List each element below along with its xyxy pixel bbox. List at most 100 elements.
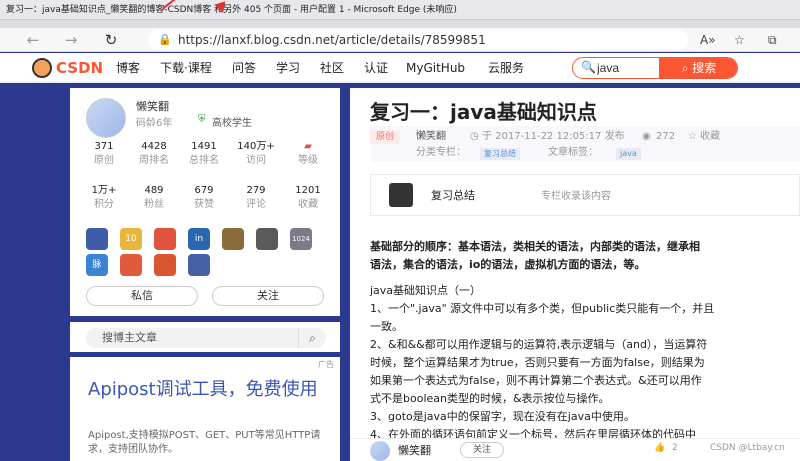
badge-icon[interactable]: 10 — [120, 228, 142, 250]
level-icon: ▰ — [304, 141, 312, 152]
stat-favorites[interactable]: 1201 收藏 — [282, 184, 334, 212]
eye-icon: ◉ — [642, 131, 651, 142]
badge-icon[interactable] — [188, 254, 210, 276]
nav-item-cloud[interactable]: 云服务 — [488, 53, 524, 83]
bottom-author-name[interactable]: 懒笑翻 — [398, 442, 431, 458]
search-icon[interactable]: ⌕ — [298, 328, 326, 348]
meta-author[interactable]: 懒笑翻 — [416, 130, 446, 144]
avatar[interactable] — [370, 441, 390, 461]
collections-icon[interactable]: ⧉ — [768, 30, 777, 50]
csdn-logo-text: CSDN — [56, 59, 104, 77]
reload-button[interactable]: ↻ — [98, 30, 124, 50]
message-button[interactable]: 私信 — [86, 286, 198, 306]
blogger-search-placeholder: 搜博主文章 — [102, 331, 157, 344]
address-bar[interactable]: 🔒 https://lanxf.blog.csdn.net/article/de… — [148, 30, 688, 50]
stat-visits[interactable]: 140万+ 访问 — [230, 140, 282, 168]
article-line: 1、一个".java" 源文件中可以有多个类，但public类只能有一个，并且 — [370, 302, 715, 315]
original-tag: 原创 — [370, 130, 400, 144]
badge-icon[interactable] — [120, 254, 142, 276]
author-name[interactable]: 懒笑翻 — [136, 98, 169, 114]
badge-icon[interactable] — [222, 228, 244, 250]
search-icon: ⌕ — [681, 61, 693, 75]
article-title: 复习一：java基础知识点 — [370, 100, 597, 124]
nav-item-learn[interactable]: 学习 — [276, 53, 300, 83]
column-thumbnail — [389, 183, 413, 207]
article-line: 语法，集合的语法，io的语法，虚拟机方面的语法，等。 — [370, 258, 646, 271]
article-line: 2、&和&&都可以用作逻辑与的运算符,表示逻辑与（and），当运算符 — [370, 338, 708, 351]
column-label: 分类专栏： — [416, 147, 466, 158]
nav-item-download[interactable]: 下载·课程 — [160, 53, 212, 83]
csdn-logo[interactable]: CSDN — [32, 57, 103, 79]
nav-item-cert[interactable]: 认证 — [364, 53, 388, 83]
badge-icon[interactable] — [86, 228, 108, 250]
csdn-nav-bar: CSDN 博客 下载·课程 问答 学习 社区 认证 MyGitHub 云服务 🔍… — [0, 53, 800, 83]
stat-likes[interactable]: 679 获赞 — [178, 184, 230, 212]
ad-desc: Apipost,支持模拟POST、GET、PUT等常见HTTP请求，支持团队协作… — [88, 430, 321, 455]
article-line: java基础知识点（一） — [370, 284, 482, 297]
stat-week-rank[interactable]: 4428 周排名 — [128, 140, 180, 168]
site-search: 🔍 ⌕ 搜索 — [572, 57, 738, 79]
nav-item-qa[interactable]: 问答 — [232, 53, 256, 83]
author-profile-card: 懒笑翻 码龄6年 ⛨ 高校学生 371 原创 4428 周排名 1491 总排名… — [70, 88, 340, 316]
follow-button[interactable]: 关注 — [212, 286, 324, 306]
star-icon[interactable]: ☆ — [688, 130, 697, 144]
badge-icon[interactable]: 1024 — [290, 228, 312, 250]
ad-tag: 广告 — [318, 360, 334, 369]
ad-title[interactable]: Apipost调试工具，免费使用 — [88, 379, 328, 401]
badge-icon[interactable]: in — [188, 228, 210, 250]
back-button[interactable]: ← — [20, 30, 46, 50]
stat-level[interactable]: ▰ 等级 — [282, 140, 334, 168]
site-search-button-label: 搜索 — [692, 61, 717, 75]
site-search-button[interactable]: ⌕ 搜索 — [659, 58, 737, 78]
stat-fans[interactable]: 489 粉丝 — [128, 184, 180, 212]
code-age: 码龄6年 — [136, 118, 173, 129]
address-url[interactable]: https://lanxf.blog.csdn.net/article/deta… — [178, 30, 486, 50]
column-card-desc: 专栏收录该内容 — [541, 191, 611, 202]
like-count: 2 — [672, 443, 678, 453]
badge-icon[interactable]: 脉 — [86, 254, 108, 276]
browser-toolbar: ← → ↻ 🔒 https://lanxf.blog.csdn.net/arti… — [0, 28, 800, 52]
blogger-article-search: 搜博主文章 ⌕ — [70, 322, 340, 352]
watermark: CSDN @Ltbay.cn — [710, 443, 785, 453]
article-line: 式不是boolean类型的时候，&表示按位与操作。 — [370, 392, 610, 405]
csdn-mascot-icon — [32, 58, 52, 78]
article-meta: 原创 懒笑翻 ◷ 于 2017-11-22 12:05:17 发布 ◉ 272 … — [370, 126, 800, 162]
nav-item-blog[interactable]: 博客 — [116, 53, 140, 83]
blogger-search-input[interactable]: 搜博主文章 ⌕ — [86, 328, 326, 348]
bottom-author-bar: 懒笑翻 关注 👍 2 CSDN @Ltbay.cn — [350, 438, 800, 461]
lock-icon: 🔒 — [158, 33, 172, 46]
article-line: 3、goto是java中的保留字，现在没有在java中使用。 — [370, 410, 635, 423]
like-icon[interactable]: 👍 — [654, 443, 665, 453]
article-line: 如果第一个表达式为false，则不再计算第二个表达式。&还可以用作 — [370, 374, 702, 387]
bottom-follow-button[interactable]: 关注 — [460, 442, 504, 458]
badge-icon[interactable] — [154, 254, 176, 276]
ad-card[interactable]: 广告 Apipost调试工具，免费使用 Apipost,支持模拟POST、GET… — [70, 357, 340, 461]
nav-item-mygithub[interactable]: MyGitHub — [406, 53, 465, 83]
favorite-icon[interactable]: ☆ — [734, 30, 745, 50]
stat-comments[interactable]: 279 评论 — [230, 184, 282, 212]
article-line: 一致。 — [370, 320, 403, 333]
avatar[interactable] — [86, 98, 126, 138]
stat-total-rank[interactable]: 1491 总排名 — [178, 140, 230, 168]
article-line: 时候，整个运算结果才为true，否则只要有一方面为false，则结果为 — [370, 356, 705, 369]
article-main: 复习一：java基础知识点 原创 懒笑翻 ◷ 于 2017-11-22 12:0… — [350, 88, 800, 461]
window-title-bar: 复习一：java基础知识点_懒笑翻的博客-CSDN博客 和另外 405 个页面 … — [0, 0, 800, 20]
article-tag[interactable]: java — [616, 148, 641, 160]
forward-button[interactable]: → — [58, 30, 84, 50]
badge-icon[interactable] — [256, 228, 278, 250]
column-tag[interactable]: 复习总结 — [480, 148, 520, 160]
stat-original[interactable]: 371 原创 — [78, 140, 130, 168]
badge-icon[interactable] — [154, 228, 176, 250]
tab-strip[interactable] — [0, 20, 800, 28]
school-badge: 高校学生 — [212, 118, 252, 129]
column-card[interactable]: 复习总结 专栏收录该内容 — [370, 174, 800, 216]
window-title: 复习一：java基础知识点_懒笑翻的博客-CSDN博客 和另外 405 个页面 … — [6, 5, 457, 15]
column-card-name[interactable]: 复习总结 — [431, 187, 475, 203]
tags-label: 文章标签： — [548, 147, 598, 158]
nav-item-community[interactable]: 社区 — [320, 53, 344, 83]
collect-label[interactable]: 收藏 — [700, 130, 720, 144]
article-line: 基础部分的顺序：基本语法，类相关的语法，内部类的语法，继承相 — [370, 240, 700, 253]
site-search-input[interactable] — [573, 58, 659, 78]
stat-points[interactable]: 1万+ 积分 — [78, 184, 130, 212]
read-aloud-icon[interactable]: A» — [700, 30, 716, 50]
